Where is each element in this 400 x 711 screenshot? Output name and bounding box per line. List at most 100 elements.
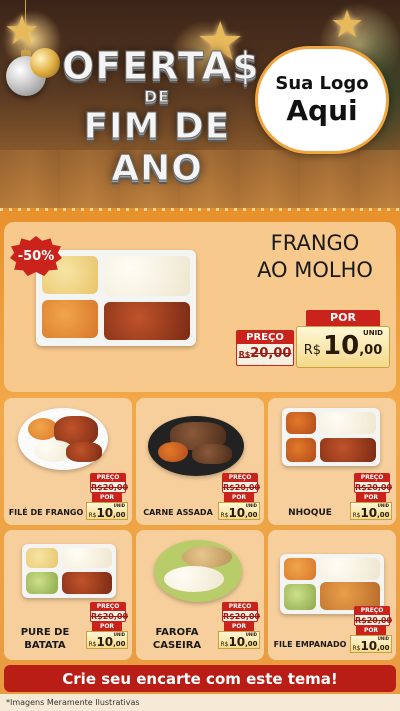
product-name: FILÉ DE FRANGO [6,508,86,518]
old-price-value: 20,00 [250,346,292,361]
meat-portion [320,438,376,462]
product-name: CARNE ASSADA [138,508,218,518]
currency: R$ [303,343,322,358]
promo-title: OFERTA$ DE FIM DE ANO [62,44,260,190]
price-decimal: ,00 [377,644,390,652]
old-price: R$20,00 [223,612,261,621]
product-name-line-1: FILE EMPANADO [273,640,347,649]
preco-label: PREÇO [355,474,389,482]
price-integer: 10 [96,506,114,520]
potato-puree-portion [26,572,58,594]
logo-text-line-2: Aqui [286,94,358,127]
salad-portion [284,584,316,610]
chicken-portion [66,442,102,462]
por-label: POR [92,622,122,631]
header-banner: ★ ★ ★ OFERTA$ DE FIM DE ANO Sua Logo Aqu… [0,0,400,208]
por-label: POR [92,493,122,502]
price-integer: 10 [228,506,246,520]
preco-label: PREÇO [223,474,257,482]
create-flyer-button[interactable]: Crie seu encarte com este tema! [4,665,396,692]
food-bowl-image [148,416,244,476]
old-price-tag: PREÇO R$20,00 [236,330,294,366]
product-name-line-2: BATATA [24,640,66,651]
old-price: R$20,00 [355,483,393,492]
price-integer: 10 [360,639,378,653]
currency: R$ [88,512,97,519]
title-line-1: OFERTA$ [62,44,260,89]
currency: R$ [88,641,97,648]
currency: R$ [220,641,229,648]
preco-label: PREÇO [91,474,125,482]
unit-label: UNID [377,503,389,508]
product-name-line-1: FILÉ DE FRANGO [8,508,84,517]
price-integer: 10 [360,506,378,520]
beef-portion [192,444,232,464]
new-price-tag: POR R$ 10 ,00 UNID [86,493,128,520]
food-tray-image [280,554,384,614]
title-line-2: DE [143,87,171,106]
new-price-tag: POR R$ 10 ,00 UNID [218,622,260,649]
rice-portion [42,300,98,338]
product-card[interactable]: PREÇO R$20,00 POR R$ 10 ,00 UNID CARNE A… [136,398,264,525]
old-price-currency: R$ [238,350,251,359]
product-name-line-1: PURE DE [20,627,70,638]
old-price-tag: PREÇO R$20,00 [354,606,393,626]
price-integer: 10 [228,635,246,649]
price-decimal: ,00 [113,511,126,519]
product-name: PURE DE BATATA [8,626,82,652]
star-icon: ★ [330,2,365,46]
product-card[interactable]: PREÇO R$20,00 POR R$ 10 ,00 UNID FILE EM… [268,530,396,660]
food-tray-image [22,544,116,598]
new-price-tag: POR R$ 10 ,00 UNID [350,493,392,520]
product-name: FAROFA CASEIRA [140,626,214,652]
food-tray-image [36,250,196,346]
price-decimal: ,00 [359,343,383,358]
new-price: R$ 10 ,00 UNID [350,635,392,653]
unit-label: UNID [363,329,383,337]
unit-label: UNID [377,636,389,641]
star-icon: ★ [4,8,40,54]
gnocchi-portion [286,438,316,462]
farofa-portion [182,546,232,568]
new-price-tag: POR R$ 10 ,00 UNID [86,622,128,649]
old-price-tag: PREÇO R$20,00 [222,473,261,493]
new-price-tag: POR R$ 10 ,00 UNID [350,626,392,653]
featured-product-name: FRANGO AO MOLHO [240,230,390,284]
preco-label: PREÇO [355,607,389,615]
price-integer: 10 [96,635,114,649]
logo-placeholder[interactable]: Sua Logo Aqui [255,46,389,154]
beans-portion [284,558,316,580]
meat-portion [62,572,112,594]
old-price-tag: PREÇO R$20,00 [222,602,261,622]
food-plate-image [18,408,108,470]
rice-portion [320,558,380,580]
new-price: R$ 10 ,00 UNID [218,631,260,649]
old-price: R$20,00 [355,616,393,625]
logo-text-line-1: Sua Logo [275,73,369,94]
product-card[interactable]: PREÇO R$20,00 POR R$ 10 ,00 UNID NHOQUE [268,398,396,525]
price-decimal: ,00 [245,511,258,519]
rice-portion [164,566,224,592]
product-card[interactable]: PREÇO R$20,00 POR R$ 10 ,00 UNID FAROFA … [136,530,264,660]
product-name-line-1: NHOQUE [288,508,332,518]
price-decimal: ,00 [113,640,126,648]
featured-name-line-1: FRANGO [270,231,360,255]
old-price: R$20,00 [237,344,293,365]
por-label: POR [356,626,386,635]
new-price-tag: POR R$ 10 ,00 UNID [296,310,390,368]
new-price: R$ 10 ,00 UNID [86,631,128,649]
preco-label: PREÇO [223,603,257,611]
product-card[interactable]: PREÇO R$20,00 POR R$ 10 ,00 UNID PURE DE… [4,530,132,660]
new-price: R$ 10 ,00 UNID [218,502,260,520]
old-price: R$20,00 [223,483,261,492]
unit-label: UNID [113,632,125,637]
product-name-line-1: FAROFA [155,627,199,638]
old-price: R$20,00 [91,612,129,621]
product-name: FILE EMPANADO [270,640,350,650]
por-label: POR [306,310,380,326]
title-line-3: FIM DE ANO [83,106,231,190]
food-bowl-image [154,540,242,602]
product-card[interactable]: PREÇO R$20,00 POR R$ 10 ,00 UNID FILÉ DE… [4,398,132,525]
preco-label: PREÇO [91,603,125,611]
price-integer: 10 [323,331,360,361]
